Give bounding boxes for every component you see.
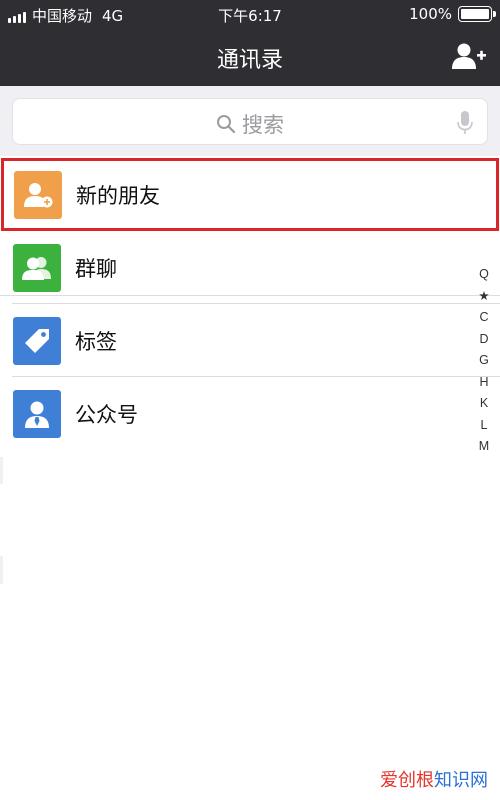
contacts-function-list: 新的朋友 群聊 标签 公众号 [0, 158, 500, 450]
left-edge-mark [0, 457, 3, 484]
status-right: 100% [409, 5, 496, 23]
search-input[interactable]: 搜索 [12, 98, 488, 145]
microphone-icon[interactable] [457, 111, 473, 135]
battery-percentage: 100% [409, 5, 452, 23]
search-icon [217, 115, 236, 134]
list-item-group-chats[interactable]: 群聊 [0, 231, 500, 304]
tag-icon [13, 316, 61, 365]
battery-icon [458, 6, 496, 22]
list-item-official-accounts[interactable]: 公众号 [0, 377, 500, 450]
search-placeholder: 搜索 [242, 113, 284, 137]
index-letter[interactable]: M [479, 436, 489, 458]
list-item-label: 新的朋友 [76, 183, 160, 208]
left-edge-mark [0, 556, 3, 584]
index-letter[interactable]: Q [479, 264, 489, 286]
list-item-label: 标签 [75, 329, 117, 354]
index-letter[interactable]: C [479, 307, 488, 329]
watermark-brand: 爱创根 [380, 770, 434, 791]
index-letter[interactable]: K [480, 393, 488, 415]
new-friend-icon [14, 170, 62, 219]
watermark-text: 知识网 [434, 770, 488, 791]
alphabet-index-bar[interactable]: Q ★ C D G H K L M [476, 264, 492, 458]
index-letter[interactable]: ★ [478, 286, 489, 308]
group-chat-icon [13, 243, 61, 292]
list-bottom-divider [0, 295, 500, 296]
add-contact-icon[interactable] [452, 42, 486, 70]
list-item-label: 群聊 [75, 256, 117, 281]
nav-bar: 通讯录 [0, 28, 500, 86]
index-letter[interactable]: G [479, 350, 489, 372]
watermark: 爱创根知识网 [380, 766, 488, 792]
list-item-tags[interactable]: 标签 [0, 304, 500, 377]
index-letter[interactable]: D [479, 329, 488, 351]
list-item-label: 公众号 [75, 402, 138, 427]
search-area: 搜索 [0, 86, 500, 156]
status-bar: 中国移动 4G 下午6:17 100% [0, 0, 500, 28]
official-account-icon [13, 389, 61, 438]
index-letter[interactable]: H [479, 372, 488, 394]
page-title: 通讯录 [216, 48, 283, 73]
list-item-new-friends[interactable]: 新的朋友 [1, 158, 499, 231]
search-placeholder-group: 搜索 [13, 109, 487, 139]
battery-fill [461, 9, 489, 19]
index-letter[interactable]: L [481, 415, 488, 437]
